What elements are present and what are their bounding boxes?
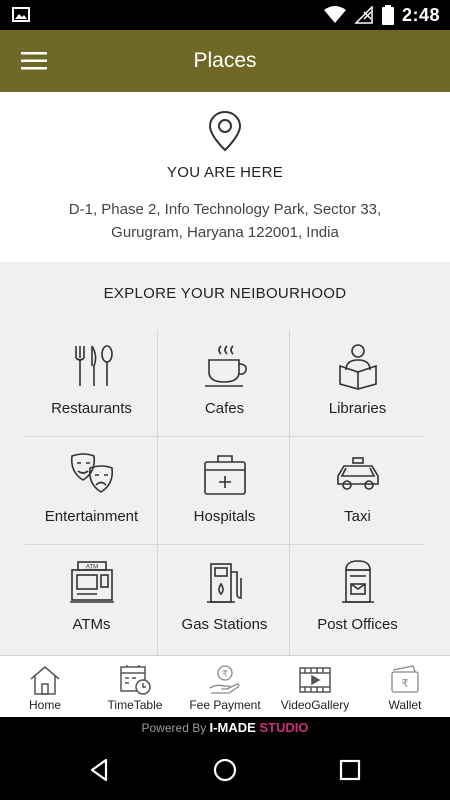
category-cafes[interactable]: Cafes <box>158 330 291 438</box>
category-grid: Restaurants Cafes Libraries Entertainmen… <box>25 330 425 655</box>
system-navigation-bar <box>0 739 450 800</box>
category-label: Restaurants <box>51 400 132 417</box>
calendar-clock-icon <box>120 665 151 695</box>
film-play-icon <box>299 667 331 693</box>
category-label: ATMs <box>72 616 111 633</box>
explore-heading: EXPLORE YOUR NEIBOURHOOD <box>103 285 347 302</box>
svg-text:₹: ₹ <box>402 677 409 690</box>
category-label: Cafes <box>204 400 245 417</box>
wifi-icon <box>323 6 346 23</box>
back-icon[interactable] <box>86 756 114 784</box>
nav-timetable[interactable]: TimeTable <box>90 656 180 717</box>
taxi-car-icon <box>337 457 379 490</box>
nav-label: Wallet <box>388 698 422 712</box>
location-section: YOU ARE HERE D-1, Phase 2, Info Technolo… <box>0 92 450 262</box>
reader-book-icon <box>339 344 377 390</box>
svg-text:₹: ₹ <box>222 670 228 680</box>
category-label: Post Offices <box>317 616 398 633</box>
category-label: Gas Stations <box>181 616 268 633</box>
brand-logo-part1: I-MADE <box>209 720 256 735</box>
category-post-offices[interactable]: Post Offices <box>291 546 424 654</box>
fuel-pump-icon <box>207 563 242 603</box>
status-bar: 2:48 <box>0 0 450 30</box>
nav-fee-payment[interactable]: ₹ Fee Payment <box>180 656 270 717</box>
category-restaurants[interactable]: Restaurants <box>25 330 158 438</box>
category-gas-stations[interactable]: Gas Stations <box>158 546 291 654</box>
wallet-rupee-icon: ₹ <box>391 665 419 693</box>
rupee-hand-icon: ₹ <box>209 665 240 694</box>
coffee-cup-icon <box>205 345 247 387</box>
page-title: Places <box>193 49 257 72</box>
nav-label: Home <box>28 698 61 712</box>
category-label: Taxi <box>344 508 371 525</box>
category-taxi[interactable]: Taxi <box>291 438 424 546</box>
current-address: D-1, Phase 2, Info Technology Park, Sect… <box>40 198 410 244</box>
app-bar: Places <box>0 30 450 92</box>
you-are-here-label: YOU ARE HERE <box>166 164 284 181</box>
category-label: Hospitals <box>193 508 256 525</box>
category-hospitals[interactable]: Hospitals <box>158 438 291 546</box>
nav-home[interactable]: Home <box>0 656 90 717</box>
image-icon <box>12 7 30 22</box>
address-line-2: Gurugram, Haryana 122001, India <box>111 224 339 241</box>
recents-icon[interactable] <box>336 756 364 784</box>
location-pin-icon <box>208 110 242 152</box>
brand-logo-part2: STUDIO <box>255 720 309 735</box>
bottom-navigation: Home TimeTable ₹ Fee Payment VideoGaller… <box>0 655 450 717</box>
address-line-1: D-1, Phase 2, Info Technology Park, Sect… <box>68 201 382 218</box>
battery-icon <box>381 5 394 25</box>
nav-label: TimeTable <box>107 698 163 712</box>
nav-video-gallery[interactable]: VideoGallery <box>270 656 360 717</box>
nav-label: VideoGallery <box>280 698 350 712</box>
nav-label: Fee Payment <box>189 698 261 712</box>
theatre-masks-icon <box>70 453 114 493</box>
category-label: Libraries <box>328 400 387 417</box>
nav-wallet[interactable]: ₹ Wallet <box>360 656 450 717</box>
explore-section: EXPLORE YOUR NEIBOURHOOD Restaurants Caf… <box>0 262 450 655</box>
category-atms[interactable]: ATM ATMs <box>25 546 158 654</box>
powered-by-label: Powered By <box>141 721 207 735</box>
category-entertainment[interactable]: Entertainment <box>25 438 158 546</box>
category-label: Entertainment <box>44 508 139 525</box>
home-icon <box>30 666 60 695</box>
no-signal-icon <box>354 6 373 24</box>
clock-time: 2:48 <box>401 4 440 25</box>
category-libraries[interactable]: Libraries <box>291 330 424 438</box>
first-aid-kit-icon <box>204 455 246 495</box>
post-box-icon <box>342 560 374 603</box>
home-circle-icon[interactable] <box>211 756 239 784</box>
cutlery-icon <box>75 345 113 386</box>
powered-by-footer: Powered By I-MADE STUDIO <box>0 717 450 739</box>
atm-machine-icon: ATM <box>70 561 114 603</box>
